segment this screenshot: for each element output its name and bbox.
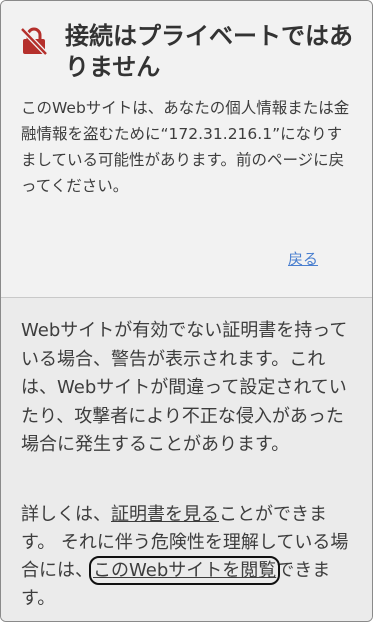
lock-slash-icon xyxy=(21,27,47,55)
page-title: 接続はプライベートではありません xyxy=(65,22,353,81)
view-certificate-link[interactable]: 証明書を見る xyxy=(111,504,219,525)
back-link[interactable]: 戻る xyxy=(288,248,318,269)
more-info-text: 詳しくは、証明書を見ることができます。 それに伴う危険性を理解している場合には、… xyxy=(21,501,356,613)
visit-website-link[interactable]: このWebサイトを閲覧 xyxy=(88,556,281,585)
warning-message: このWebサイトは、あなたの個人情報または金融情報を盗むために“172.31.2… xyxy=(21,99,350,195)
warning-page: 接続はプライベートではありません このWebサイトは、あなたの個人情報または金融… xyxy=(0,0,373,622)
certificate-explanation: Webサイトが有効でない証明書を持っている場合、警告が表示されます。これは、We… xyxy=(21,320,348,455)
more-prefix: 詳しくは、 xyxy=(21,504,111,525)
warning-section: 接続はプライベートではありません このWebサイトは、あなたの個人情報または金融… xyxy=(1,1,372,297)
